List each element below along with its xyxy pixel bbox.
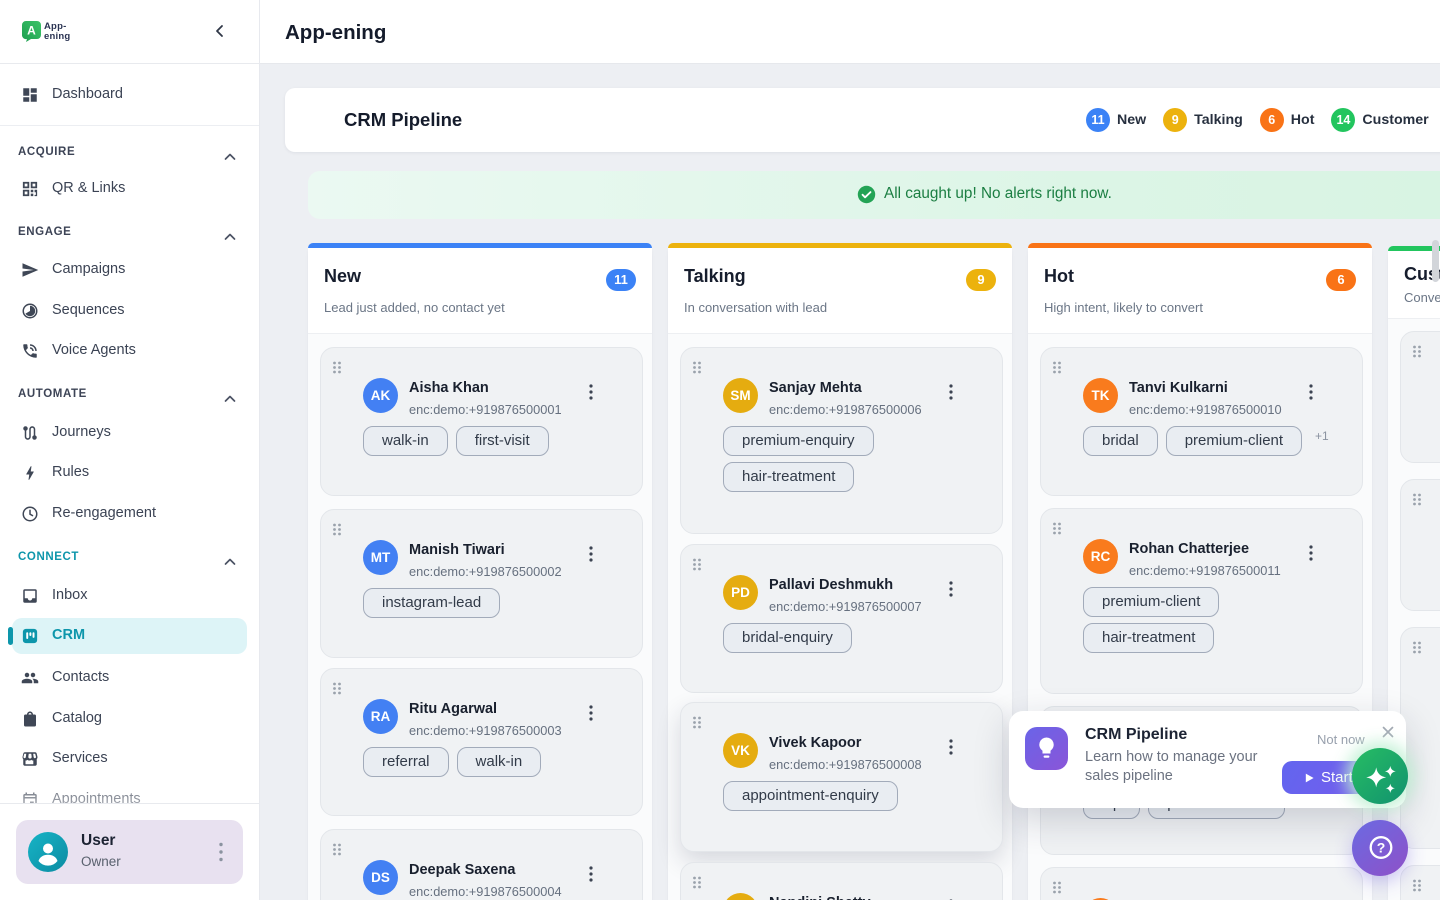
svg-text:A: A [27, 24, 36, 38]
svg-text:?: ? [1377, 840, 1386, 856]
